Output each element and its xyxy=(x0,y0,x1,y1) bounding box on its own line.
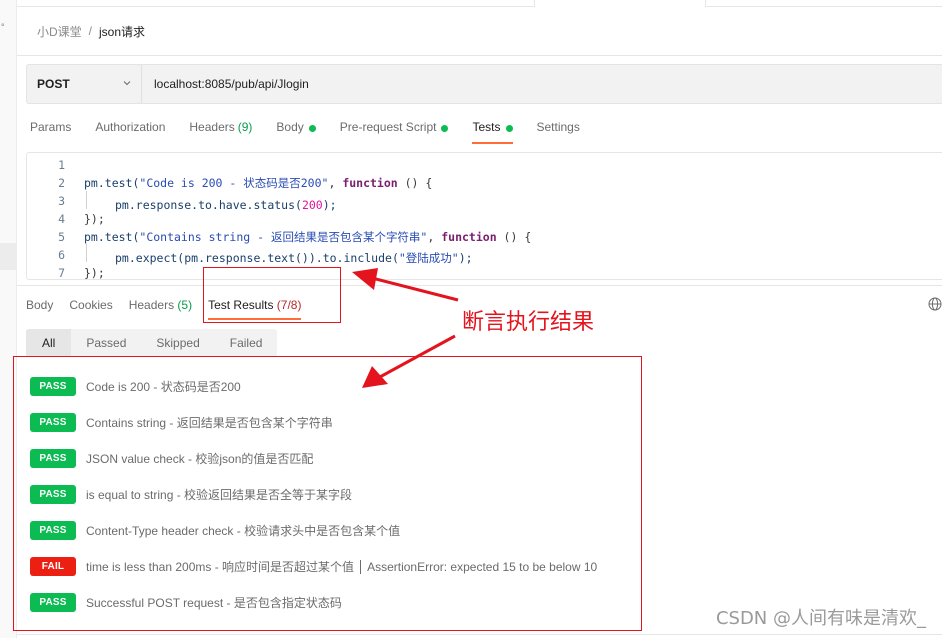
line-number: 3 xyxy=(58,194,65,208)
line-number: 4 xyxy=(58,212,65,226)
code-token: }); xyxy=(84,266,105,280)
watermark: CSDN @人间有味是清欢_ xyxy=(715,608,926,629)
tab-label: Pre-request Script xyxy=(339,120,437,134)
code-token: , xyxy=(328,176,343,190)
tab-count: (5) xyxy=(177,298,193,312)
code-content: pm.expect(pm.response.text()).to.include… xyxy=(65,244,473,266)
code-line[interactable]: 1 xyxy=(27,156,942,174)
tab-pre-request-script[interactable]: Pre-request Script xyxy=(340,117,449,145)
code-token: }); xyxy=(84,212,105,226)
response-tab-headers[interactable]: Headers (5) xyxy=(129,296,192,322)
tab-tests[interactable]: Tests xyxy=(472,117,513,145)
tab-label: Cookies xyxy=(69,298,113,312)
indent-guide xyxy=(86,190,115,209)
code-token: "Code is 200 - 状态码是否200" xyxy=(139,176,329,190)
status-dot-icon xyxy=(505,125,513,132)
annotation-label: 断言执行结果 xyxy=(462,310,595,335)
filter-tab-failed[interactable]: Failed xyxy=(215,329,278,357)
bottom-divider xyxy=(17,634,942,635)
breadcrumb: 小D课堂 / json请求 xyxy=(37,22,145,40)
code-token: function xyxy=(441,230,497,244)
tab-label: Settings xyxy=(536,120,580,134)
code-content: pm.test("Contains string - 返回结果是否包含某个字符串… xyxy=(65,229,531,245)
tab-settings[interactable]: Settings xyxy=(537,117,580,145)
line-number: 5 xyxy=(58,230,65,244)
method-value: POST xyxy=(37,77,70,91)
code-token: "Contains string - 返回结果是否包含某个字符串" xyxy=(139,230,428,244)
status-dot-icon xyxy=(441,125,449,132)
tab-label: Tests xyxy=(472,120,501,134)
tab-params[interactable]: Params xyxy=(30,117,71,145)
breadcrumb-separator: / xyxy=(88,24,93,38)
line-number: 7 xyxy=(58,266,65,280)
globe-icon[interactable] xyxy=(928,297,942,311)
code-token: () { xyxy=(397,176,433,190)
line-number: 6 xyxy=(58,248,65,262)
tab-label: Params xyxy=(30,120,72,134)
breadcrumb-request-name[interactable]: json请求 xyxy=(99,23,145,40)
code-line[interactable]: 2 pm.test("Code is 200 - 状态码是否200", funct… xyxy=(27,174,942,192)
url-input[interactable] xyxy=(142,65,942,103)
test-filter-tabs: All Passed Skipped Failed xyxy=(26,329,278,357)
url-bar: POST xyxy=(26,64,942,104)
request-tabs: Params Authorization Headers (9) Body Pre-req… xyxy=(30,117,604,145)
code-token: ); xyxy=(322,197,337,212)
code-token: pm.test( xyxy=(84,230,140,244)
code-token: "登陆成功" xyxy=(398,251,459,265)
tab-label: Body xyxy=(276,120,304,134)
code-content: }); xyxy=(65,212,105,226)
filter-tab-all[interactable]: All xyxy=(26,329,72,357)
code-token: ); xyxy=(458,251,473,265)
tab-body[interactable]: Body xyxy=(276,117,316,145)
code-line[interactable]: 4}); xyxy=(27,210,942,228)
tab-authorization[interactable]: Authorization xyxy=(95,117,165,145)
response-tab-body[interactable]: Body xyxy=(26,296,53,322)
response-tab-cookies[interactable]: Cookies xyxy=(69,296,112,322)
code-token: pm.expect(pm.response.text()).to.include… xyxy=(115,251,399,265)
filter-tab-skipped[interactable]: Skipped xyxy=(141,329,214,357)
code-line[interactable]: 6 pm.expect(pm.response.text()).to.includ… xyxy=(27,244,942,266)
code-token: pm.response.to.have.status( xyxy=(115,197,302,212)
code-content: pm.response.to.have.status(200); xyxy=(65,190,337,212)
method-select[interactable]: POST xyxy=(27,65,142,103)
code-token: 200 xyxy=(301,197,323,212)
filter-tab-passed[interactable]: Passed xyxy=(71,329,141,357)
tab-label: Authorization xyxy=(95,120,166,134)
test-script-editor[interactable]: 1 2 pm.test("Code is 200 - 状态码是否200", func… xyxy=(26,152,942,280)
line-number: 2 xyxy=(58,176,65,190)
annotation-box-results-list xyxy=(13,356,642,631)
code-token: , xyxy=(427,230,442,244)
tab-label: Body xyxy=(26,298,54,312)
rail-active-item[interactable] xyxy=(0,243,17,270)
tab-headers[interactable]: Headers (9) xyxy=(189,117,252,145)
chevron-down-icon xyxy=(123,81,131,86)
tab-label: Headers xyxy=(189,120,235,134)
code-content: }); xyxy=(65,266,105,280)
code-line[interactable]: 7}); xyxy=(27,264,942,282)
line-number: 1 xyxy=(58,158,65,172)
active-request-tab[interactable] xyxy=(534,0,706,7)
code-token: function xyxy=(342,176,398,190)
tab-label: Headers xyxy=(128,298,175,312)
code-token: () { xyxy=(496,230,532,244)
breadcrumb-collection[interactable]: 小D课堂 xyxy=(37,23,82,40)
code-content: pm.test("Code is 200 - 状态码是否200", functi… xyxy=(65,175,432,191)
annotation-box-test-results-tab xyxy=(203,267,341,323)
tab-count: (9) xyxy=(237,120,253,134)
top-tab-bar xyxy=(17,0,942,7)
rail-indicator-icon: ° xyxy=(1,22,5,32)
indent-guide xyxy=(86,244,115,262)
response-divider xyxy=(17,285,942,286)
status-dot-icon xyxy=(308,125,316,132)
code-line[interactable]: 3 pm.response.to.have.status(200); xyxy=(27,190,942,212)
code-token: pm.test( xyxy=(84,176,140,190)
header-divider xyxy=(17,55,942,56)
